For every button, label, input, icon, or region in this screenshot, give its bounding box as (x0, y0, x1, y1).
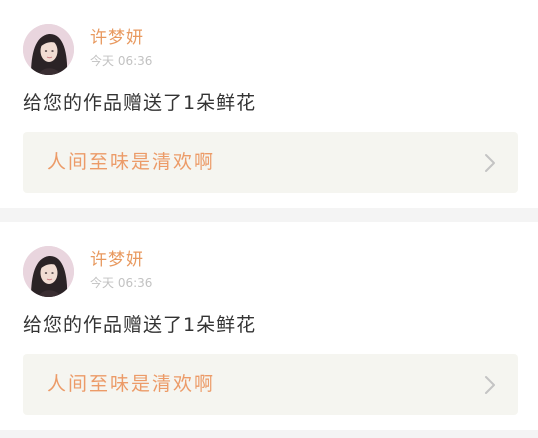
username[interactable]: 许梦妍 (90, 28, 144, 48)
user-avatar-photo (23, 246, 74, 297)
notification-message: 给您的作品赠送了1朵鲜花 (23, 92, 257, 114)
chevron-right-icon (485, 376, 495, 394)
work-title: 人间至味是清欢啊 (47, 151, 216, 173)
work-title: 人间至味是清欢啊 (47, 373, 216, 395)
notification-message: 给您的作品赠送了1朵鲜花 (23, 314, 257, 336)
work-link[interactable]: 人间至味是清欢啊 (23, 354, 518, 415)
chevron-right-icon (485, 154, 495, 172)
avatar[interactable] (23, 24, 74, 75)
user-avatar-photo (23, 24, 74, 75)
timestamp: 今天 06:36 (90, 276, 153, 290)
avatar[interactable] (23, 246, 74, 297)
notification-card: 许梦妍 今天 06:36 给您的作品赠送了1朵鲜花 人间至味是清欢啊 (0, 222, 538, 430)
username[interactable]: 许梦妍 (90, 250, 144, 270)
work-link[interactable]: 人间至味是清欢啊 (23, 132, 518, 193)
notification-feed: 许梦妍 今天 06:36 给您的作品赠送了1朵鲜花 人间至味是清欢啊 许梦妍 今… (0, 0, 538, 430)
notification-card: 许梦妍 今天 06:36 给您的作品赠送了1朵鲜花 人间至味是清欢啊 (0, 0, 538, 208)
timestamp: 今天 06:36 (90, 54, 153, 68)
